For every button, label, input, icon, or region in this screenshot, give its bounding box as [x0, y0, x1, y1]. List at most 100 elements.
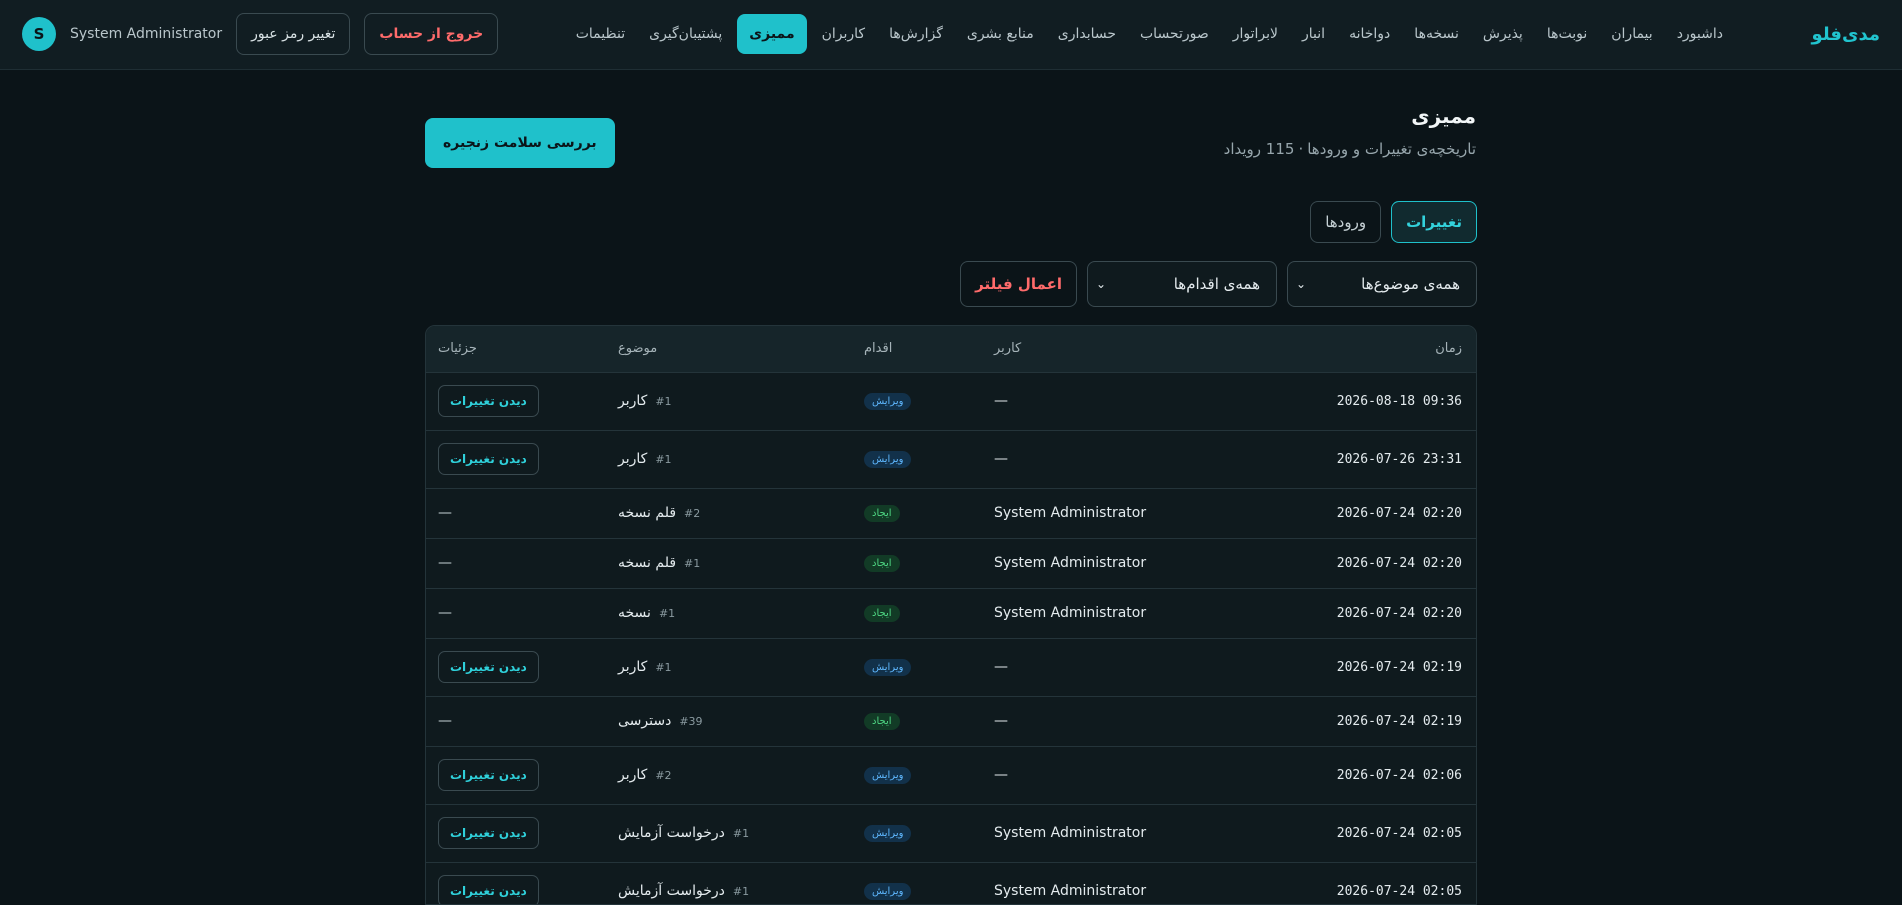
nav-link-9[interactable]: حسابداری [1049, 14, 1125, 54]
subject-ref: #1 [655, 452, 672, 466]
brand-logo[interactable]: مدی‌فلو [1812, 21, 1880, 49]
user-name: System Administrator [70, 26, 223, 42]
empty-details: — [438, 605, 452, 621]
view-changes-button[interactable]: دیدن تغییرات [438, 443, 539, 475]
cell-user: — [980, 372, 1244, 431]
table-row: 2026-07-26 23:31— ویرایش کاربر #1 دیدن تغییر… [426, 430, 1476, 489]
subtitle-separator: · [1298, 140, 1304, 158]
subject-ref: #39 [679, 714, 703, 728]
nav-link-0[interactable]: داشبورد [1668, 14, 1732, 54]
cell-details: دیدن تغییرات [426, 746, 604, 805]
chevron-down-icon: ⌄ [1096, 277, 1107, 291]
subject-name: کاربر [618, 659, 648, 676]
action-badge: ویرایش [864, 659, 912, 676]
action-badge: ویرایش [864, 767, 912, 784]
cell-user: — [980, 746, 1244, 805]
nav-link-14[interactable]: پشتیبان‌گیری [640, 14, 731, 54]
user-area: S System Administrator تغییر رمز عبور خر… [22, 12, 499, 56]
action-badge: ویرایش [864, 825, 912, 842]
nav-link-8[interactable]: صورتحساب [1131, 14, 1218, 54]
nav-link-4[interactable]: نسخه‌ها [1405, 14, 1468, 54]
cell-subject: کاربر #2 [604, 746, 850, 805]
chain-health-check-button[interactable]: بررسی سلامت زنجیره [425, 118, 615, 168]
cell-details: دیدن تغییرات [426, 430, 604, 489]
nav-link-11[interactable]: گزارش‌ها [880, 14, 952, 54]
table-row: 2026-07-24 02:20 System Administrator ایجا… [426, 488, 1476, 539]
table-row: 2026-07-24 02:06— ویرایش کاربر #2 دیدن تغییر… [426, 746, 1476, 805]
event-count: 115 رویداد [1223, 140, 1295, 158]
view-changes-button[interactable]: دیدن تغییرات [438, 385, 539, 417]
subject-name: درخواست آزمایش [618, 825, 725, 842]
nav-link-1[interactable]: بیماران [1602, 14, 1661, 54]
cell-action: ایجاد [850, 488, 980, 539]
nav-link-3[interactable]: پذیرش [1474, 14, 1532, 54]
tab-changes[interactable]: تغییرات [1391, 201, 1477, 243]
top-navbar: مدی‌فلو داشبورد بیماران نوبت‌ها پذیرش نسخه‌ه… [0, 0, 1902, 70]
column-header-user: کاربر [980, 326, 1244, 373]
cell-time: 2026-07-24 02:20 [1244, 488, 1476, 539]
cell-action: ویرایش [850, 372, 980, 431]
filter-bar: همه‌ی موضوع‌ها ⌄ همه‌ی اقدام‌ها ⌄ اعمال … [960, 261, 1477, 307]
subject-ref: #1 [684, 556, 701, 570]
nav-link-6[interactable]: انبار [1293, 14, 1334, 54]
cell-subject: درخواست آزمایش #1 [604, 862, 850, 904]
table-row: 2026-07-24 02:19— ایجاد دسترسی #39— [426, 696, 1476, 747]
change-password-button[interactable]: تغییر رمز عبور [236, 13, 351, 55]
cell-time: 2026-07-24 02:19 [1244, 638, 1476, 697]
view-changes-button[interactable]: دیدن تغییرات [438, 817, 539, 849]
subject-ref: #1 [655, 394, 672, 408]
nav-link-2[interactable]: نوبت‌ها [1538, 14, 1596, 54]
cell-time: 2026-07-26 23:31 [1244, 430, 1476, 489]
cell-action: ویرایش [850, 804, 980, 863]
subject-wrapper: نسخه #1 [618, 605, 675, 621]
cell-subject: قلم نسخه #1 [604, 538, 850, 589]
table-row: 2026-07-24 02:20 System Administrator ایجا… [426, 588, 1476, 639]
subject-wrapper: کاربر #1 [618, 393, 672, 409]
cell-subject: کاربر #1 [604, 372, 850, 431]
nav-link-15[interactable]: تنظیمات [567, 14, 634, 54]
cell-subject: کاربر #1 [604, 638, 850, 697]
action-filter-select[interactable]: همه‌ی اقدام‌ها ⌄ [1087, 261, 1277, 307]
subject-filter-select[interactable]: همه‌ی موضوع‌ها ⌄ [1287, 261, 1477, 307]
cell-user: System Administrator [980, 804, 1244, 863]
audit-tabs: تغییرات ورودها [1310, 201, 1477, 243]
subject-name: قلم نسخه [618, 555, 677, 572]
cell-time: 2026-07-24 02:20 [1244, 538, 1476, 589]
subject-name: درخواست آزمایش [618, 883, 725, 900]
cell-user: System Administrator [980, 862, 1244, 904]
cell-time: 2026-07-24 02:05 [1244, 862, 1476, 904]
action-filter-value: همه‌ی اقدام‌ها [1173, 275, 1260, 293]
subject-wrapper: درخواست آزمایش #1 [618, 825, 749, 841]
cell-subject: درخواست آزمایش #1 [604, 804, 850, 863]
view-changes-button[interactable]: دیدن تغییرات [438, 875, 539, 904]
cell-user: — [980, 430, 1244, 489]
cell-subject: نسخه #1 [604, 588, 850, 639]
nav-link-5[interactable]: دواخانه [1340, 14, 1399, 54]
nav-link-10[interactable]: منابع بشری [958, 14, 1043, 54]
apply-filter-button[interactable]: اعمال فیلتر [960, 261, 1077, 307]
view-changes-button[interactable]: دیدن تغییرات [438, 759, 539, 791]
cell-action: ویرایش [850, 746, 980, 805]
subject-wrapper: درخواست آزمایش #1 [618, 883, 749, 899]
action-badge: ایجاد [864, 505, 900, 522]
subject-name: نسخه [618, 605, 651, 622]
nav-link-13[interactable]: ممیزی [737, 14, 807, 54]
view-changes-button[interactable]: دیدن تغییرات [438, 651, 539, 683]
avatar[interactable]: S [22, 17, 56, 51]
cell-subject: کاربر #1 [604, 430, 850, 489]
nav-link-7[interactable]: لابراتوار [1224, 14, 1287, 54]
cell-details: دیدن تغییرات [426, 638, 604, 697]
cell-user: System Administrator [980, 488, 1244, 539]
cell-user: — [980, 638, 1244, 697]
cell-time: 2026-07-24 02:20 [1244, 588, 1476, 639]
cell-details: دیدن تغییرات [426, 862, 604, 904]
subject-name: کاربر [618, 767, 648, 784]
tab-logins[interactable]: ورودها [1310, 201, 1382, 243]
subject-ref: #1 [732, 826, 750, 840]
logout-button[interactable]: خروج از حساب [364, 13, 499, 55]
table-row: 2026-07-24 02:19— ویرایش کاربر #1 دیدن تغییر… [426, 638, 1476, 697]
cell-user: System Administrator [980, 538, 1244, 589]
nav-link-12[interactable]: کاربران [813, 14, 874, 54]
cell-details: دیدن تغییرات [426, 804, 604, 863]
action-badge: ویرایش [864, 883, 912, 900]
